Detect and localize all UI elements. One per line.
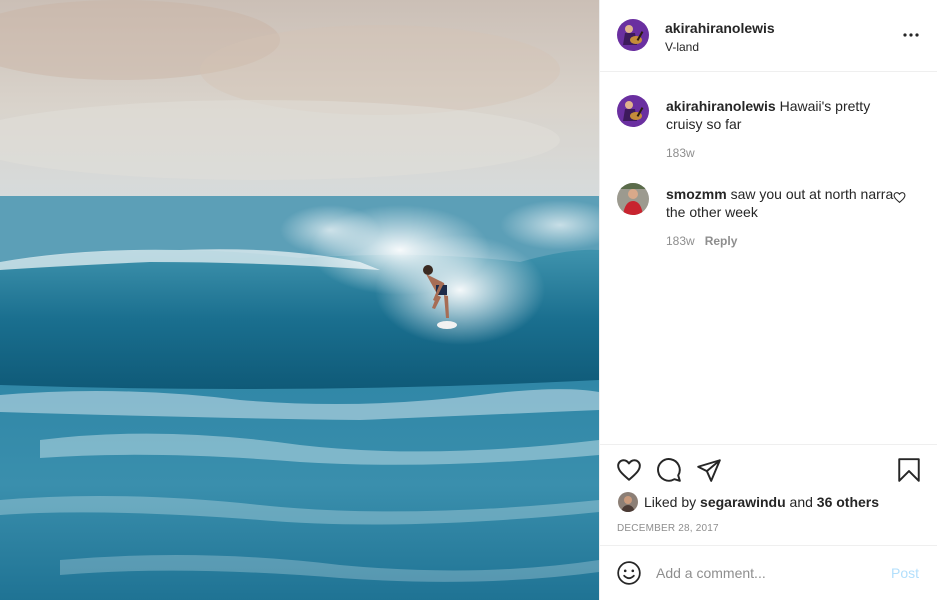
guitarist-avatar <box>617 95 649 127</box>
comment-input[interactable] <box>656 562 876 584</box>
liked-by-others[interactable]: 36 others <box>817 494 879 510</box>
comment-meta: 183w Reply <box>666 234 737 248</box>
caption-comment: akirahiranolewis Hawaii's pretty cruisy … <box>600 95 937 165</box>
post-location[interactable]: V-land <box>665 40 699 54</box>
post-date[interactable]: DECEMBER 28, 2017 <box>617 523 719 534</box>
comment-icon[interactable] <box>656 457 682 483</box>
reply-button[interactable]: Reply <box>705 234 738 248</box>
post-image[interactable] <box>0 0 599 600</box>
liked-by-and: and <box>789 494 813 510</box>
post-details-panel: akirahiranolewis V-land akirahiranolewis… <box>599 0 937 600</box>
bookmark-icon[interactable] <box>896 457 922 483</box>
smiley-icon[interactable] <box>616 560 642 586</box>
guitarist-avatar <box>617 19 649 51</box>
share-icon[interactable] <box>696 457 722 483</box>
comment-age[interactable]: 183w <box>666 234 695 248</box>
comment-body: smozmm saw you out at north narra the ot… <box>666 185 906 221</box>
author-username[interactable]: akirahiranolewis <box>665 20 775 36</box>
more-options-icon[interactable] <box>902 26 920 44</box>
comment-username[interactable]: akirahiranolewis <box>666 98 776 114</box>
comment-meta: 183w <box>666 146 695 160</box>
red-shirt-avatar <box>617 183 649 215</box>
author-avatar[interactable] <box>617 19 649 51</box>
comment-avatar[interactable] <box>617 183 649 215</box>
like-comment-heart-icon[interactable] <box>893 191 906 204</box>
comment-item: smozmm saw you out at north narra the ot… <box>600 183 937 253</box>
add-comment-bar: Post <box>600 545 937 600</box>
heart-icon[interactable] <box>616 457 642 483</box>
surfer-photo <box>0 0 599 600</box>
comment-avatar[interactable] <box>617 95 649 127</box>
comments-list: akirahiranolewis Hawaii's pretty cruisy … <box>600 73 937 443</box>
liked-by-user[interactable]: segarawindu <box>700 494 786 510</box>
comment-age[interactable]: 183w <box>666 146 695 160</box>
post-header: akirahiranolewis V-land <box>600 0 937 72</box>
comment-body: akirahiranolewis Hawaii's pretty cruisy … <box>666 97 906 133</box>
likes-summary: Liked by segarawindu and 36 others <box>618 492 879 512</box>
liker-avatar[interactable] <box>618 492 638 512</box>
post-comment-button[interactable]: Post <box>891 565 919 581</box>
liked-by-prefix: Liked by <box>644 494 697 510</box>
comment-username[interactable]: smozmm <box>666 186 727 202</box>
post-actions: Liked by segarawindu and 36 others DECEM… <box>600 444 937 545</box>
